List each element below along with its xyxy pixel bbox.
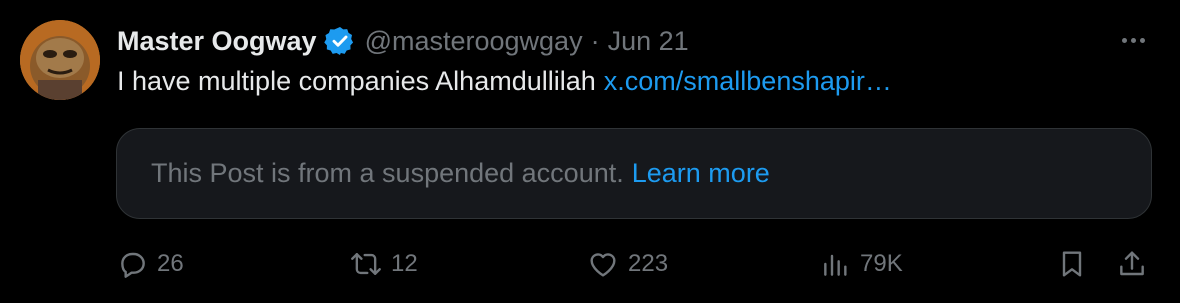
suspended-post-card: This Post is from a suspended account. L…	[116, 128, 1152, 219]
view-count: 79K	[860, 250, 903, 277]
like-count: 223	[628, 250, 669, 277]
more-dot	[1139, 37, 1145, 43]
post-header: Master Oogway @masteroogwgay · Jun 21	[117, 22, 689, 60]
like-button[interactable]: 223	[586, 246, 668, 282]
more-dot	[1121, 37, 1127, 43]
more-options-button[interactable]	[1114, 30, 1152, 50]
analytics-icon	[820, 248, 852, 280]
learn-more-link[interactable]: Learn more	[632, 158, 770, 189]
separator-dot: ·	[590, 25, 600, 56]
turtle-avatar-icon	[20, 20, 100, 100]
author-display-name[interactable]: Master Oogway	[117, 26, 317, 57]
bookmark-button[interactable]	[1056, 246, 1088, 282]
post[interactable]: Master Oogway @masteroogwgay · Jun 21 I …	[0, 0, 1180, 303]
post-text: I have multiple companies Alhamdullilah	[117, 66, 596, 96]
verified-badge-icon[interactable]	[323, 25, 356, 57]
avatar[interactable]	[20, 20, 100, 100]
share-icon	[1116, 248, 1148, 280]
views-button[interactable]: 79K	[820, 246, 903, 282]
post-date[interactable]: Jun 21	[608, 26, 689, 57]
reply-count: 26	[157, 250, 184, 277]
post-link[interactable]: x.com/smallbenshapir…	[604, 66, 892, 96]
share-button[interactable]	[1116, 246, 1148, 282]
suspended-message: This Post is from a suspended account.	[151, 158, 624, 188]
reply-button[interactable]: 26	[117, 246, 184, 282]
repost-icon	[349, 248, 383, 280]
repost-count: 12	[391, 250, 418, 277]
reply-icon	[117, 248, 149, 280]
heart-icon	[586, 248, 620, 280]
post-body: I have multiple companies Alhamdullilah x…	[117, 66, 892, 97]
bookmark-icon	[1056, 248, 1088, 280]
repost-button[interactable]: 12	[349, 246, 418, 282]
more-dot	[1130, 37, 1136, 43]
author-handle[interactable]: @masteroogwgay	[365, 26, 583, 57]
